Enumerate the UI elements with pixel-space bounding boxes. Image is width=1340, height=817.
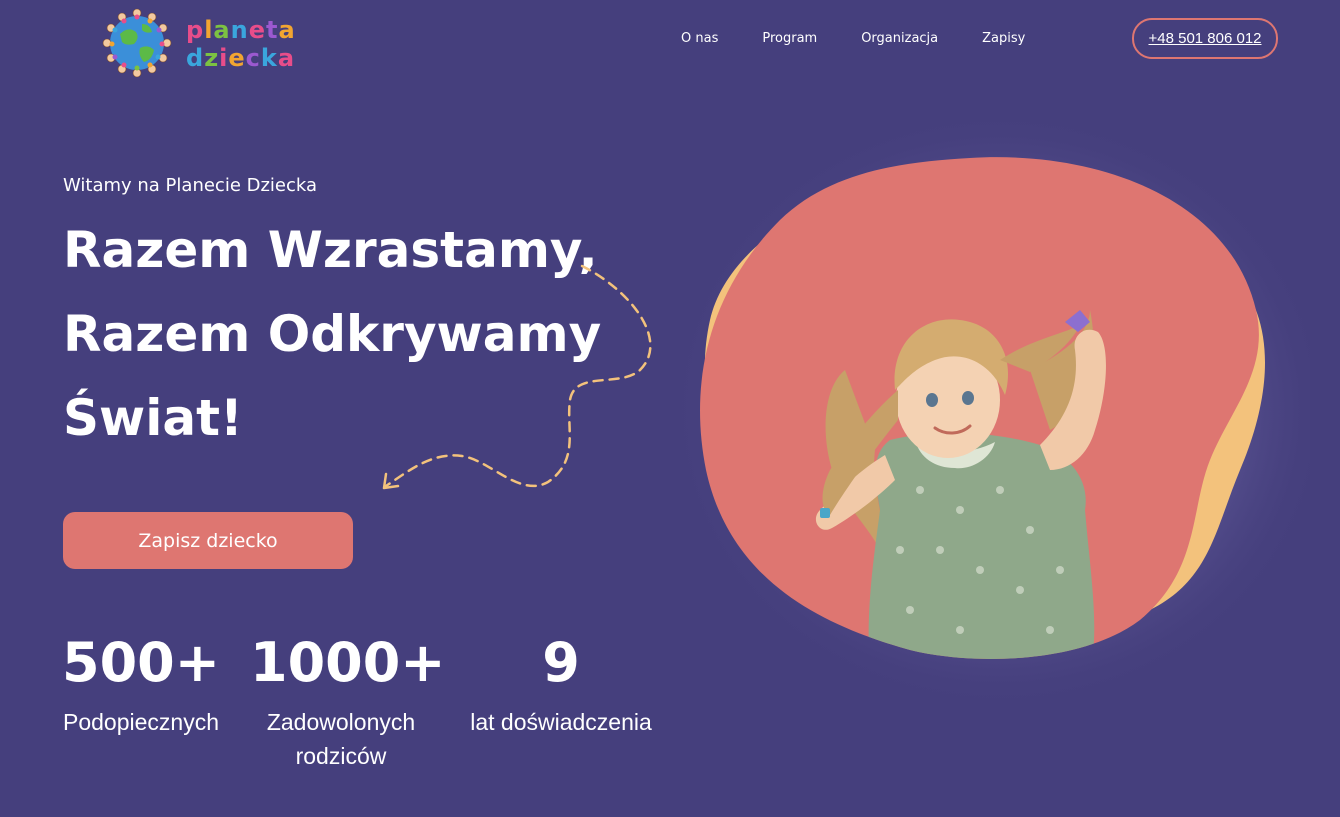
nav-item-program[interactable]: Program: [753, 29, 826, 49]
main-nav: O nas Program Organizacja Zapisy: [672, 29, 1060, 49]
nav-item-zapisy[interactable]: Zapisy: [973, 29, 1034, 49]
stat-item: 500+ Podopiecznych: [52, 628, 230, 739]
logo-letter: t: [266, 16, 279, 44]
logo-letter: p: [186, 16, 205, 44]
nav-item-organizacja[interactable]: Organizacja: [852, 29, 947, 49]
stat-label-line: rodziców: [295, 743, 387, 769]
logo-letter: e: [248, 16, 266, 44]
dashed-arrow-icon: [382, 264, 652, 490]
landing-page: planeta dziecka O nas Program Organizacj…: [0, 0, 1340, 817]
logo-letter: d: [186, 44, 205, 72]
logo-letter: k: [260, 44, 278, 72]
hero-image: [670, 110, 1310, 710]
logo-letter: i: [219, 44, 229, 72]
logo-letter: e: [228, 44, 246, 72]
brand-logo[interactable]: planeta dziecka: [100, 6, 300, 82]
stat-value: 500+: [62, 631, 220, 694]
logo-letter: a: [213, 16, 231, 44]
stat-label: Podopiecznych: [63, 709, 219, 735]
phone-button[interactable]: +48 501 806 012: [1132, 18, 1278, 59]
stat-value: 1000+: [250, 631, 446, 694]
logo-letter: a: [277, 44, 296, 72]
nav-item-o-nas[interactable]: O nas: [672, 29, 727, 49]
stat-label-line: Zadowolonych: [266, 709, 416, 735]
stat-label: lat doświadczenia: [470, 709, 652, 735]
logo-letter: n: [230, 16, 249, 44]
logo-text-line1: planeta: [186, 17, 296, 43]
stat-item: 1000+ Zadowolonych rodziców: [250, 628, 446, 773]
stat-value: 9: [542, 631, 580, 694]
enroll-child-button[interactable]: Zapisz dziecko: [63, 512, 353, 569]
logo-text-line2: dziecka: [186, 45, 295, 71]
logo-letter: a: [278, 16, 296, 44]
hero-illustration: [670, 110, 1310, 710]
globe-with-children-icon: [102, 8, 172, 78]
stat-label: Zadowolonych rodziców: [250, 705, 432, 773]
logo-letter: z: [204, 44, 220, 72]
hero-subtitle: Witamy na Planecie Dziecka: [63, 175, 318, 196]
stat-item: 9 lat doświadczenia: [456, 628, 666, 739]
logo-letter: l: [204, 16, 214, 44]
logo-letter: c: [245, 44, 261, 72]
